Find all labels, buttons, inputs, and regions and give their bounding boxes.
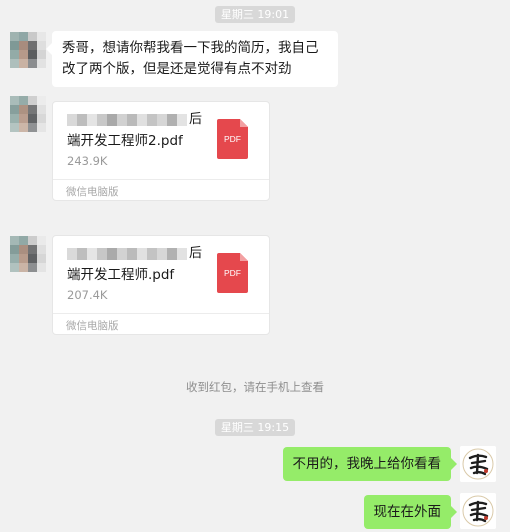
message-bubble-incoming[interactable]: 秀哥，想请你帮我看一下我的简历，我自己改了两个版，但是还是觉得有点不对劲 <box>46 31 338 87</box>
file-name-tail: 后 <box>189 246 203 261</box>
card-divider <box>53 313 269 314</box>
pdf-fold-icon <box>240 119 248 127</box>
contact-avatar[interactable] <box>10 236 46 272</box>
system-notice: 收到红包，请在手机上查看 <box>186 380 324 394</box>
file-source: 微信电脑版 <box>66 186 119 198</box>
file-name-tail: 后 <box>189 112 203 127</box>
file-name-redacted: 后 <box>67 112 203 127</box>
timestamp: 星期三 19:15 <box>0 416 510 436</box>
pdf-icon-label: PDF <box>224 268 241 278</box>
message-text: 秀哥，想请你帮我看一下我的简历，我自己改了两个版，但是还是觉得有点不对劲 <box>62 40 319 77</box>
self-avatar[interactable] <box>460 493 496 529</box>
contact-avatar[interactable] <box>10 32 46 68</box>
file-name-redacted: 后 <box>67 246 203 261</box>
file-message-card[interactable]: 后 端开发工程师.pdf 207.4K PDF 微信电脑版 <box>52 235 270 335</box>
file-name-line2: 端开发工程师2.pdf <box>67 133 183 149</box>
card-divider <box>53 179 269 180</box>
message-bubble-outgoing[interactable]: 不用的，我晚上给你看看 <box>282 447 457 481</box>
file-message-card[interactable]: 后 端开发工程师2.pdf 243.9K PDF 微信电脑版 <box>52 101 270 201</box>
self-avatar[interactable] <box>460 446 496 482</box>
message-text: 不用的，我晚上给你看看 <box>292 456 442 472</box>
file-size: 207.4K <box>67 288 108 302</box>
pdf-fold-icon <box>240 253 248 261</box>
pdf-icon-label: PDF <box>224 134 241 144</box>
file-name: 后 端开发工程师.pdf <box>67 246 203 285</box>
calligraphy-avatar-icon <box>460 446 496 482</box>
file-name-line2: 端开发工程师.pdf <box>67 267 175 283</box>
message-text: 现在在外面 <box>373 504 442 520</box>
file-size: 243.9K <box>67 154 108 168</box>
file-name: 后 端开发工程师2.pdf <box>67 112 203 151</box>
timestamp: 星期三 19:01 <box>0 3 510 23</box>
timestamp-label: 星期三 19:15 <box>214 419 296 436</box>
timestamp-label: 星期三 19:01 <box>214 6 296 23</box>
file-source: 微信电脑版 <box>66 320 119 332</box>
message-bubble-outgoing[interactable]: 现在在外面 <box>363 495 457 529</box>
contact-avatar[interactable] <box>10 96 46 132</box>
calligraphy-avatar-icon <box>460 493 496 529</box>
